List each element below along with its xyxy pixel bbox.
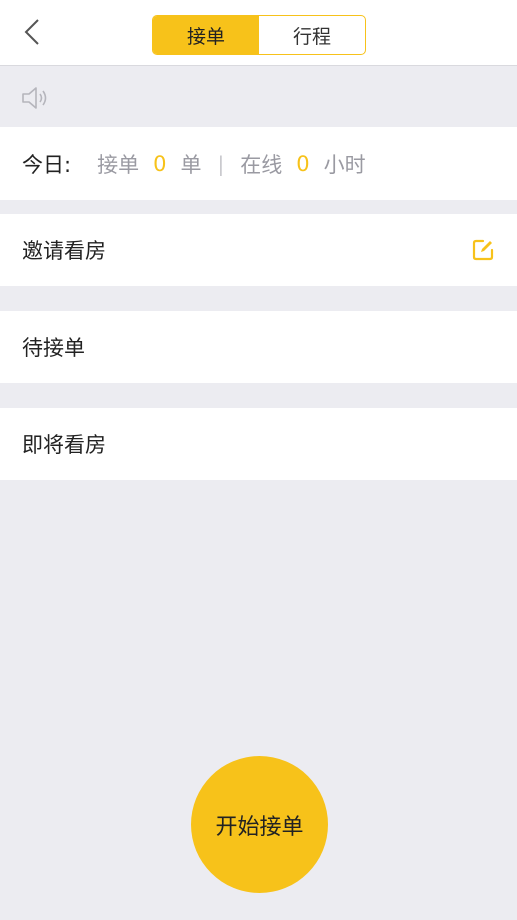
- tab-orders[interactable]: 接单: [153, 16, 259, 54]
- row-upcoming-viewings[interactable]: 即将看房: [0, 408, 517, 480]
- row-label: 邀请看房: [22, 239, 106, 263]
- app-screen: 接单 行程 今日: 接单 0 单 | 在线 0 小时 邀请看房 待接单 即将看房…: [0, 0, 517, 920]
- online-unit: 小时: [323, 152, 366, 177]
- nav-header: 接单 行程: [0, 0, 517, 66]
- orders-count: 0: [153, 151, 167, 176]
- row-label: 待接单: [22, 336, 85, 360]
- row-label: 即将看房: [22, 433, 106, 457]
- speaker-icon: [22, 87, 47, 109]
- back-button[interactable]: [18, 16, 46, 48]
- online-label: 在线: [240, 152, 283, 177]
- orders-label: 接单: [97, 152, 140, 177]
- start-orders-button[interactable]: 开始接单: [191, 756, 328, 893]
- orders-unit: 单: [180, 152, 202, 177]
- chevron-left-icon: [24, 19, 39, 45]
- online-count: 0: [296, 151, 310, 176]
- today-label: 今日:: [22, 152, 72, 177]
- stats-separator: |: [217, 151, 225, 176]
- today-stats: 今日: 接单 0 单 | 在线 0 小时: [0, 127, 517, 200]
- row-pending-orders[interactable]: 待接单: [0, 311, 517, 383]
- tab-trips[interactable]: 行程: [259, 16, 365, 54]
- edit-icon[interactable]: [471, 238, 495, 262]
- row-invite-viewing[interactable]: 邀请看房: [0, 214, 517, 286]
- segmented-control: 接单 行程: [152, 15, 366, 55]
- notice-bar: [0, 67, 517, 127]
